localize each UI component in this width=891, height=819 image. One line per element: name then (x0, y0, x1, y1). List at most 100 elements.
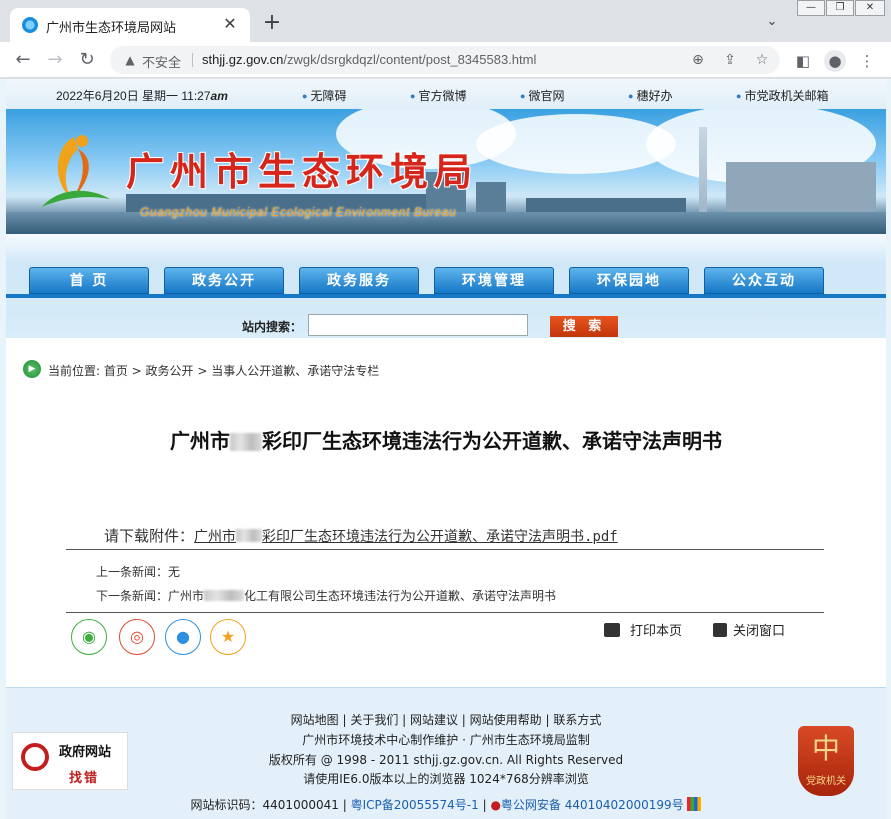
nav-public-interaction[interactable]: 公众互动 (704, 267, 824, 294)
party-emblem-icon: 中 (811, 732, 840, 765)
tab-search-chevron-icon[interactable]: ⌄ (762, 12, 782, 32)
site-banner: 广州市生态环境局 Guangzhou Municipal Ecological … (6, 109, 886, 234)
new-tab-button[interactable]: + (260, 12, 284, 36)
web-page: 2022年6月20日 星期一 11:27am 无障碍 官方微博 微官网 穗好办 … (6, 79, 886, 819)
site-footer: 网站地图 | 关于我们 | 网站建议 | 网站使用帮助 | 联系方式 广州市环境… (6, 687, 886, 819)
bureau-logo-icon (42, 135, 110, 207)
micro-site-link[interactable]: 微官网 (520, 87, 564, 104)
party-gov-badge[interactable]: 中 党政机关 (798, 726, 854, 796)
find-error-title: 政府网站 (59, 745, 112, 760)
attachment-link[interactable]: 广州市 彩印厂生态环境违法行为公开道歉、承诺守法声明书.pdf (194, 529, 618, 545)
date-text: 2022年6月20日 星期一 11:27 (56, 89, 211, 103)
nav-gov-services[interactable]: 政务服务 (299, 267, 419, 294)
nav-env-management[interactable]: 环境管理 (434, 267, 554, 294)
divider (66, 549, 824, 550)
url-host: sthjj.gz.gov.cn (202, 52, 284, 67)
wechat-share-icon[interactable]: ◉ (71, 619, 107, 655)
cnzz-stats-icon[interactable] (687, 797, 702, 811)
floppy-icon (713, 623, 727, 637)
side-panel-icon[interactable]: ◧ (792, 50, 814, 72)
printer-icon (604, 623, 620, 637)
official-weibo-link[interactable]: 官方微博 (410, 87, 466, 104)
menu-kebab-icon[interactable]: ⋮ (856, 50, 878, 72)
nav-env-garden[interactable]: 环保园地 (569, 267, 689, 294)
not-secure-label[interactable]: 不安全 (142, 52, 181, 71)
attachment-download: 请下载附件：广州市 彩印厂生态环境违法行为公开道歉、承诺守法声明书.pdf (104, 525, 618, 546)
search-label: 站内搜索： (242, 320, 303, 334)
canton-tower (699, 127, 707, 217)
back-arrow-icon[interactable]: ← (10, 48, 36, 72)
attachment-suffix: 彩印厂生态环境违法行为公开道歉、承诺守法声明书.pdf (262, 529, 618, 545)
banner-skyline (726, 162, 876, 212)
print-page-button[interactable]: 打印本页 (604, 620, 682, 639)
party-badge-label: 党政机关 (806, 776, 846, 787)
next-article-link[interactable]: 下一条新闻：广州市 化工有限公司生态环境违法行为公开道歉、承诺守法声明书 (96, 587, 556, 604)
title-suffix: 彩印厂生态环境违法行为公开道歉、承诺守法声明书 (262, 429, 722, 453)
close-tab-icon[interactable]: ✕ (220, 14, 240, 34)
redacted-name (204, 590, 245, 601)
bookmark-star-icon[interactable]: ☆ (752, 51, 772, 69)
icp-link[interactable]: 粤ICP备20055574号-1 (351, 798, 479, 812)
next-prefix: 下一条新闻：广州市 (96, 589, 205, 603)
page-viewport: 2022年6月20日 星期一 11:27am 无障碍 官方微博 微官网 穗好办 … (0, 79, 891, 819)
nav-home[interactable]: 首 页 (29, 267, 149, 294)
weibo-share-icon[interactable]: ◎ (119, 619, 155, 655)
gov-mailbox-link[interactable]: 市党政机关邮箱 (736, 87, 828, 104)
warning-triangle-icon[interactable]: ▲ (122, 52, 138, 68)
search-input[interactable] (308, 314, 528, 336)
article-title: 广州市 彩印厂生态环境违法行为公开道歉、承诺守法声明书 (6, 425, 886, 454)
divider (66, 612, 824, 613)
omnibox-separator (192, 53, 193, 67)
bureau-title-en: Guangzhou Municipal Ecological Environme… (140, 205, 457, 219)
share-icon[interactable]: ⇪ (720, 51, 740, 69)
attachment-prefix: 广州市 (194, 529, 237, 545)
banner-skyline (476, 182, 506, 212)
close-label: 关闭窗口 (733, 624, 786, 639)
nav-underline (6, 294, 886, 298)
browser-toolbar: ← → ↻ ▲ 不安全 sthjj.gz.gov.cn/zwgk/dsrgkdq… (0, 42, 891, 78)
suihaoban-link[interactable]: 穗好办 (628, 87, 672, 104)
url-path: /zwgk/dsrgkdqzl/content/post_8345583.htm… (283, 52, 537, 67)
search-button[interactable]: 搜 索 (550, 316, 618, 337)
site-id: 网站标识码：4401000041 (190, 798, 339, 812)
zoom-icon[interactable]: ⊕ (688, 51, 708, 69)
next-suffix: 化工有限公司生态环境违法行为公开道歉、承诺守法声明书 (244, 589, 557, 603)
reload-icon[interactable]: ↻ (74, 48, 100, 72)
address-bar[interactable]: ▲ 不安全 sthjj.gz.gov.cn/zwgk/dsrgkdqzl/con… (110, 46, 780, 74)
police-badge-icon: ● (490, 798, 501, 812)
prev-article-link[interactable]: 上一条新闻：无 (96, 563, 180, 580)
footer-links[interactable]: 网站地图 | 关于我们 | 网站建议 | 网站使用帮助 | 联系方式 (6, 711, 886, 728)
bureau-title-cn: 广州市生态环境局 (126, 149, 479, 194)
find-error-subtitle: 找错 (69, 771, 100, 786)
magnifier-icon (21, 743, 49, 771)
tab-title: 广州市生态环境局网站 (46, 20, 177, 35)
qq-share-icon[interactable]: ● (165, 619, 201, 655)
main-nav: 首 页 政务公开 政务服务 环境管理 环保园地 公众互动 站内搜索： 搜 索 (6, 234, 886, 338)
print-label: 打印本页 (630, 624, 683, 639)
location-arrow-icon: ▶ (23, 360, 41, 378)
browser-tab[interactable]: 广州市生态环境局网站 ✕ (10, 8, 250, 42)
accessibility-link[interactable]: 无障碍 (302, 87, 346, 104)
close-window-button[interactable]: 关闭窗口 (713, 620, 785, 639)
current-date: 2022年6月20日 星期一 11:27am (56, 87, 228, 104)
site-top-bar: 2022年6月20日 星期一 11:27am 无障碍 官方微博 微官网 穗好办 … (6, 79, 886, 109)
tab-strip: 广州市生态环境局网站 ✕ + ⌄ — ❐ ✕ (0, 0, 891, 42)
restore-window-icon[interactable]: ❐ (826, 0, 854, 16)
site-favicon-icon (22, 17, 38, 33)
police-record-link[interactable]: 粤公网安备 44010402000199号 (501, 798, 684, 812)
footer-registration: 网站标识码：4401000041 | 粤ICP备20055574号-1 | ●粤… (6, 796, 886, 813)
forward-arrow-icon[interactable]: → (42, 48, 68, 72)
breadcrumb[interactable]: 当前位置: 首页 > 政务公开 > 当事人公开道歉、承诺守法专栏 (48, 362, 379, 379)
profile-avatar-icon[interactable]: ● (824, 50, 846, 72)
redacted-name (230, 433, 262, 451)
close-window-icon[interactable]: ✕ (855, 0, 885, 16)
nav-gov-affairs[interactable]: 政务公开 (164, 267, 284, 294)
gov-site-find-error-badge[interactable]: 政府网站 找错 (12, 732, 128, 790)
url-text[interactable]: sthjj.gz.gov.cn/zwgk/dsrgkdqzl/content/p… (202, 52, 536, 67)
qzone-share-icon[interactable]: ★ (210, 619, 246, 655)
minimize-window-icon[interactable]: — (797, 0, 825, 16)
banner-skyline (526, 198, 686, 212)
download-label: 请下载附件： (104, 527, 195, 545)
ampm-text: am (210, 89, 228, 103)
footer-copyright: 版权所有 @ 1998 - 2011 sthjj.gz.gov.cn. All … (268, 753, 624, 767)
